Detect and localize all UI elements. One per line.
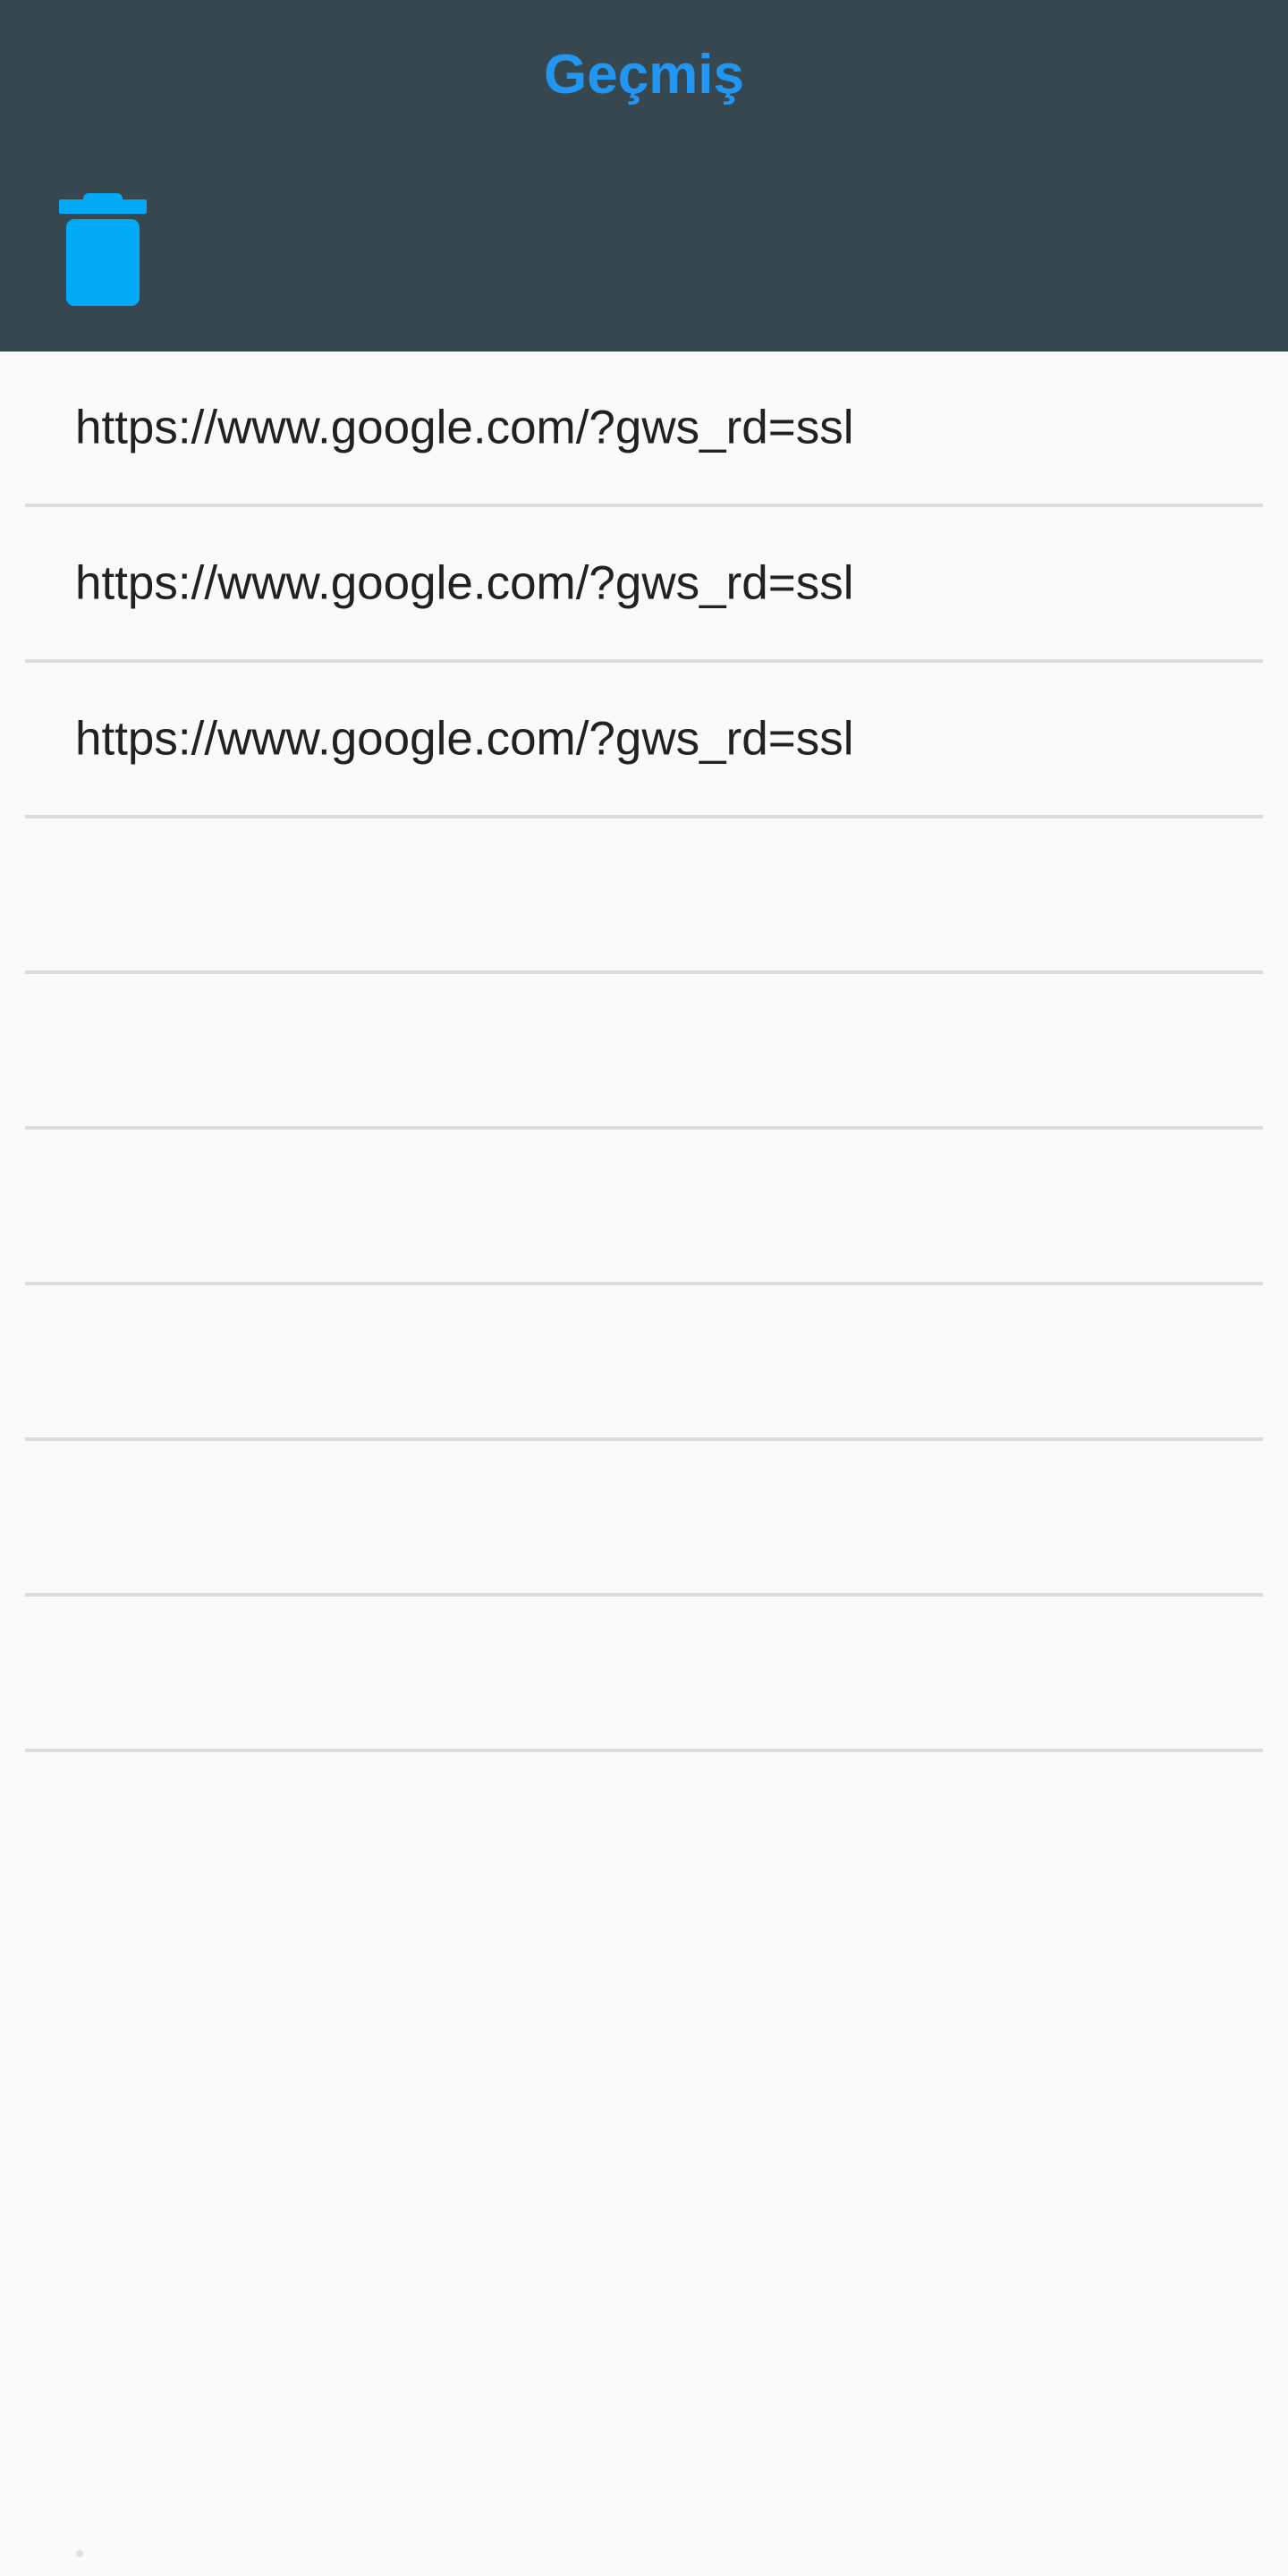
history-list: https://www.google.com/?gws_rd=ssl https… bbox=[25, 352, 1263, 1752]
history-item[interactable]: https://www.google.com/?gws_rd=ssl bbox=[25, 352, 1263, 507]
scroll-indicator-dot bbox=[76, 2550, 83, 2557]
history-item-url: https://www.google.com/?gws_rd=ssl bbox=[75, 712, 854, 766]
history-item[interactable] bbox=[25, 1285, 1263, 1441]
app-bar: Geçmiş bbox=[0, 0, 1288, 352]
history-item[interactable]: https://www.google.com/?gws_rd=ssl bbox=[25, 663, 1263, 818]
history-item-url: https://www.google.com/?gws_rd=ssl bbox=[75, 556, 854, 610]
history-item[interactable] bbox=[25, 1130, 1263, 1285]
page-title: Geçmiş bbox=[543, 44, 745, 106]
history-item[interactable] bbox=[25, 1597, 1263, 1752]
history-item[interactable] bbox=[25, 1441, 1263, 1597]
history-item[interactable]: https://www.google.com/?gws_rd=ssl bbox=[25, 507, 1263, 663]
clear-history-button[interactable] bbox=[45, 179, 161, 322]
history-item[interactable] bbox=[25, 818, 1263, 974]
trash-icon bbox=[59, 193, 147, 306]
history-item[interactable] bbox=[25, 974, 1263, 1130]
history-item-url: https://www.google.com/?gws_rd=ssl bbox=[75, 401, 854, 454]
